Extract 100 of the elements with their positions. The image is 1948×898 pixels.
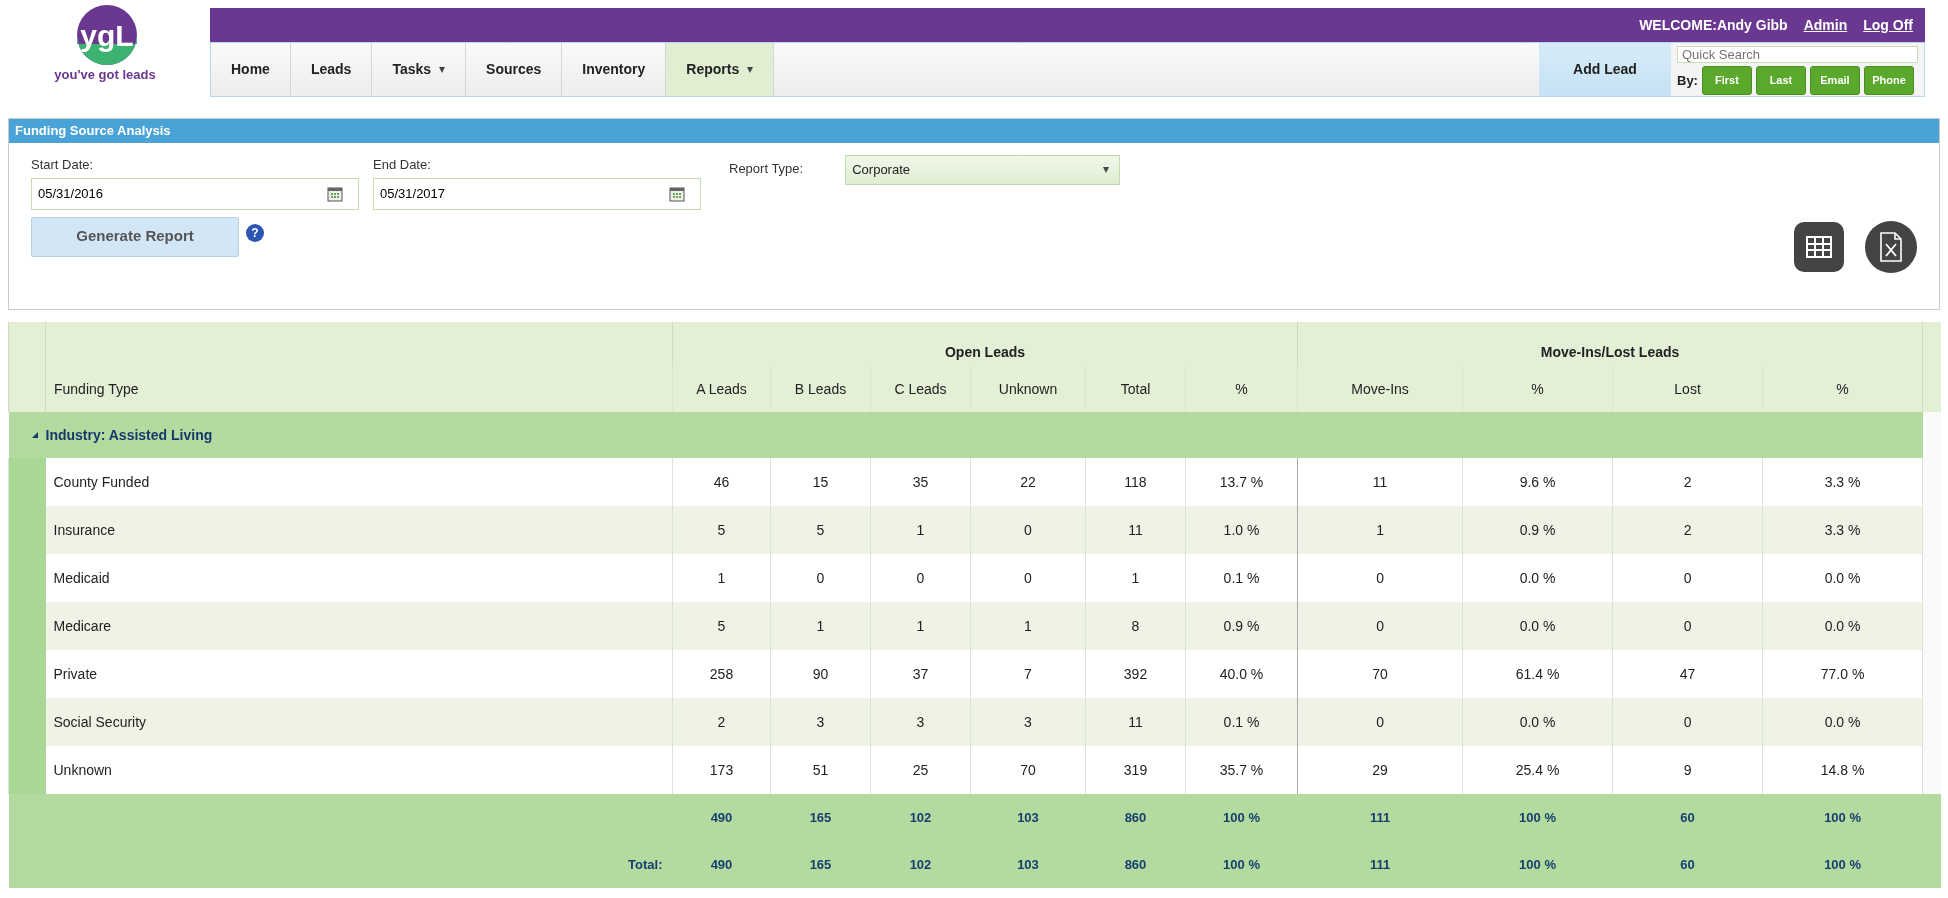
calendar-icon[interactable]	[327, 185, 343, 202]
column-header: %	[1235, 381, 1248, 397]
table-cell: 5	[816, 521, 825, 538]
table-cell: 1	[916, 617, 925, 634]
table-cell: 0.1 %	[1223, 713, 1260, 730]
table-cell: 0	[816, 569, 825, 586]
table-cell: 1	[717, 569, 726, 586]
column-header: A Leads	[696, 381, 747, 397]
table-cell: 35	[912, 473, 929, 490]
total-label: Total:	[628, 856, 663, 872]
user-link[interactable]: Admin	[1803, 14, 1848, 36]
table-cell: 22	[1020, 473, 1036, 490]
caret-icon	[1103, 167, 1110, 173]
table-cell: 2	[1683, 521, 1692, 538]
table-cell: 118	[1124, 473, 1147, 490]
table-cell: 3	[1024, 713, 1032, 730]
table-cell: 0	[1683, 569, 1692, 586]
help-icon[interactable]: ?	[246, 223, 264, 242]
nav-tab[interactable]: Home	[211, 43, 291, 96]
table-cell: 11	[1128, 521, 1143, 538]
table-cell: 0.0 %	[1824, 569, 1861, 586]
total-cell: 490	[710, 856, 733, 872]
total-cell: 111	[1369, 809, 1391, 825]
column-header: C Leads	[894, 381, 947, 397]
total-cell: 100 %	[1223, 809, 1260, 825]
table-cell: 47	[1679, 665, 1696, 682]
field-label: Report Type:	[729, 159, 804, 178]
total-cell: 490	[710, 809, 733, 825]
table-cell: 3.3 %	[1824, 473, 1861, 490]
user-link[interactable]: Log Off	[1863, 14, 1913, 36]
table-cell: 3	[816, 713, 825, 730]
column-header: Total	[1120, 381, 1151, 397]
total-cell: 860	[1124, 856, 1147, 872]
date-field[interactable]: 05/31/2017	[373, 177, 701, 210]
table-cell: 0	[1683, 617, 1692, 634]
welcome-text: WELCOME:Andy Gibb	[1639, 15, 1788, 35]
nav-tab[interactable]: Leads	[290, 43, 373, 96]
table-cell: 7	[1024, 665, 1032, 682]
table-cell: 37	[912, 665, 929, 682]
table-cell: 0	[1683, 713, 1692, 730]
total-cell: 100 %	[1223, 856, 1260, 872]
row-label: Private	[53, 665, 98, 682]
spreadsheet-export-icon[interactable]	[1865, 221, 1917, 273]
total-cell: 100 %	[1824, 856, 1861, 872]
table-cell: 2	[717, 713, 726, 730]
nav-tab[interactable]: Tasks	[372, 43, 467, 96]
table-view-icon[interactable]	[1794, 222, 1844, 272]
logo-tagline: you've got leads	[54, 68, 156, 81]
row-label: Insurance	[53, 521, 115, 538]
table-cell: 70	[1020, 761, 1036, 778]
table-cell: 0.0 %	[1519, 713, 1556, 730]
date-field[interactable]: 05/31/2016	[31, 177, 359, 210]
column-group-header: Move-Ins/Lost Leads	[1540, 344, 1680, 360]
total-cell: 103	[1017, 856, 1039, 872]
section-title: Industry: Assisted Living	[45, 425, 213, 445]
column-header: Lost	[1674, 381, 1701, 397]
table-cell: 5	[717, 521, 726, 538]
total-cell: 165	[809, 856, 832, 872]
table-cell: 77.0 %	[1820, 665, 1865, 682]
panel-title: Funding Source Analysis	[9, 119, 1939, 143]
row-label: Medicare	[53, 617, 112, 634]
table-cell: 15	[812, 473, 829, 490]
table-cell: 14.8 %	[1820, 761, 1865, 778]
calendar-icon[interactable]	[669, 185, 685, 202]
add-lead-button[interactable]: Add Lead	[1539, 43, 1671, 96]
table-cell: 0.9 %	[1519, 521, 1556, 538]
field-label: Start Date:	[31, 156, 95, 174]
table-cell: 51	[812, 761, 829, 778]
table-cell: 0.0 %	[1519, 569, 1556, 586]
row-label: Medicaid	[53, 569, 110, 586]
table-cell: 0	[1024, 521, 1032, 538]
report-type-select[interactable]: Corporate	[845, 155, 1121, 185]
table-cell: 35.7 %	[1219, 761, 1264, 778]
total-cell: 60	[1680, 856, 1695, 872]
table-cell: 25	[912, 761, 929, 778]
table-cell: 0	[1376, 713, 1384, 730]
table-cell: 25.4 %	[1515, 761, 1560, 778]
total-cell: 100 %	[1824, 809, 1861, 825]
table-cell: 9	[1683, 761, 1692, 778]
total-cell: 165	[809, 809, 832, 825]
row-label: Unknown	[53, 761, 112, 778]
field-label: End Date:	[373, 156, 432, 174]
nav-tab[interactable]: Reports	[666, 43, 775, 96]
table-cell: 29	[1372, 761, 1388, 778]
nav-tab[interactable]: Sources	[466, 43, 563, 96]
collapse-toggle[interactable]	[30, 431, 39, 439]
table-cell: 1	[816, 617, 825, 634]
column-header: %	[1836, 381, 1849, 397]
by-label: By:	[1677, 71, 1698, 90]
generate-report-button[interactable]: Generate Report	[31, 216, 239, 257]
table-cell: 61.4 %	[1515, 665, 1560, 682]
table-cell: 0.9 %	[1223, 617, 1260, 634]
total-cell: 100 %	[1519, 856, 1556, 872]
table-cell: 90	[812, 665, 829, 682]
table-cell: 0	[1376, 617, 1384, 634]
table-cell: 2	[1683, 473, 1692, 490]
table-cell: 0.1 %	[1223, 569, 1260, 586]
search-field[interactable]: Quick Search	[1677, 46, 1918, 63]
total-cell: 100 %	[1519, 809, 1556, 825]
total-cell: 102	[909, 809, 932, 825]
